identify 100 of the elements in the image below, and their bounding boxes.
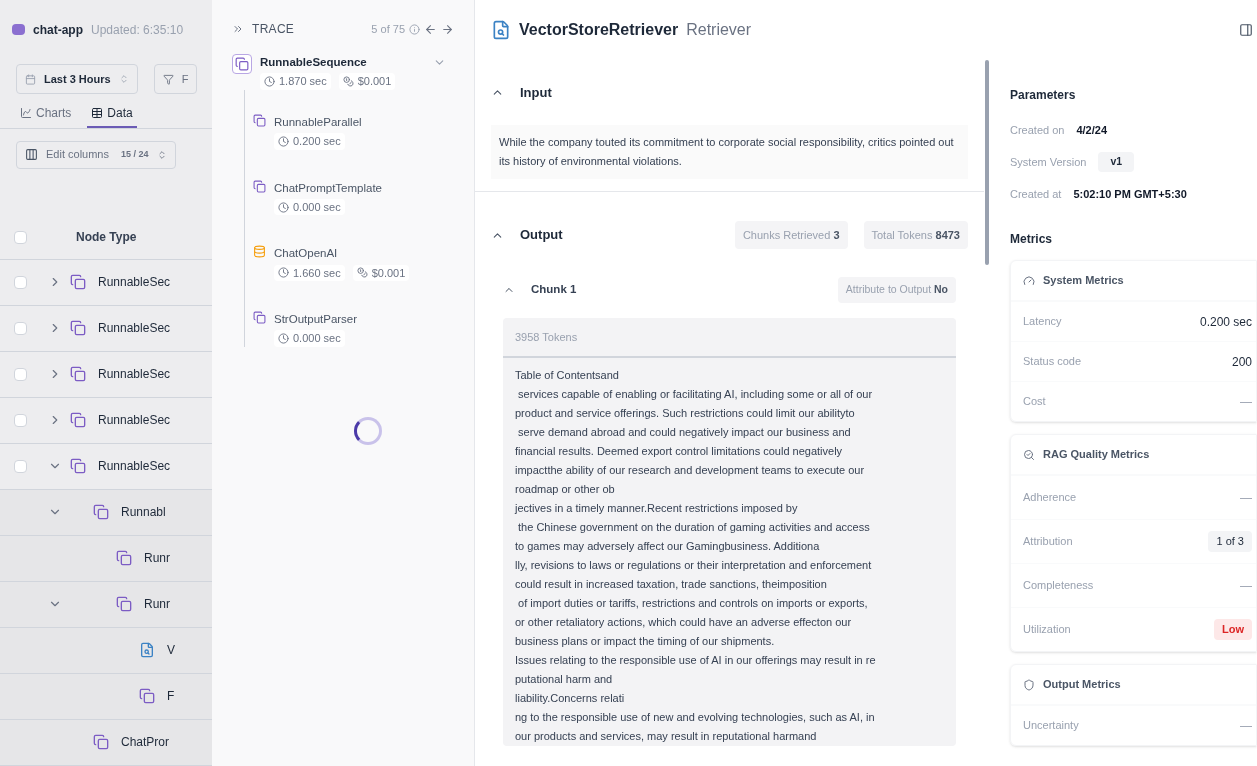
trace-position: 5 of 75 xyxy=(371,21,405,37)
duration-tag: 1.660 sec xyxy=(274,264,345,281)
clock-icon xyxy=(278,267,289,279)
node-type-text: F xyxy=(167,688,175,706)
chunk-text-line: serve demand abroad and could negatively impact our business and xyxy=(517,425,852,440)
detail-type: Retriever xyxy=(686,20,752,40)
trace-title: TRACE xyxy=(252,21,295,38)
clock-icon xyxy=(278,333,289,344)
chunk-text-line: product and service offerings. Such restrictions could limit our abilityto xyxy=(515,406,856,421)
panel-toggle-icon[interactable] xyxy=(1239,23,1253,37)
table-row[interactable]: ChatPror xyxy=(0,719,212,766)
metrics-group-title: System Metrics xyxy=(1043,273,1124,289)
collapse-icon[interactable] xyxy=(232,23,244,35)
metric-value: — xyxy=(1240,717,1252,735)
chunk-text-line: financial results. Deemed export control limitations could negatively xyxy=(515,444,844,459)
column-count: 15 / 24 xyxy=(121,147,149,161)
chain-icon xyxy=(139,688,155,705)
document-search-icon xyxy=(139,642,155,659)
trace-node[interactable]: StrOutputParser 0.000 sec xyxy=(245,311,454,347)
metric-label: Attribution xyxy=(1023,534,1073,550)
chunk-text-line: business plans or impact the timing of our shipments. xyxy=(515,634,776,649)
chain-icon xyxy=(253,113,266,127)
chain-icon xyxy=(70,366,86,383)
token-count: 3958 Tokens xyxy=(515,329,578,345)
node-type-text: ChatPror xyxy=(121,734,170,752)
table-row[interactable]: V xyxy=(0,627,212,674)
node-type-text: Runr xyxy=(144,596,170,614)
duration-tag: 0.200 sec xyxy=(274,133,345,150)
stat-badge: Chunks Retrieved 3 xyxy=(734,220,848,250)
calendar-icon xyxy=(25,73,36,85)
status-badge: Low xyxy=(1214,619,1252,640)
view-tab[interactable]: Charts xyxy=(16,103,76,128)
chain-icon xyxy=(93,734,109,751)
metrics-heading: Metrics xyxy=(1010,231,1054,248)
chain-icon xyxy=(93,504,109,521)
shield-icon xyxy=(1023,678,1035,691)
info-icon[interactable] xyxy=(409,23,420,35)
clock-icon xyxy=(278,201,289,213)
detail-title: VectorStoreRetriever xyxy=(519,20,679,40)
parameter-label: Created at xyxy=(1010,186,1062,202)
value-badge: 1 of 3 xyxy=(1208,531,1252,552)
gauge-icon xyxy=(1023,274,1035,287)
node-type-text: V xyxy=(167,642,175,660)
column-header: Node Type xyxy=(75,229,137,247)
node-name: ChatPromptTemplate xyxy=(274,180,383,196)
trace-node[interactable]: RunnableSequence 1.870 sec $0.001 xyxy=(232,54,454,90)
chain-icon xyxy=(235,57,249,71)
metric-label: Adherence xyxy=(1023,490,1077,506)
chunk-text-line: lly, revisions to laws or regulations or their interpretation and enforcement xyxy=(515,558,873,573)
duration-tag: 0.000 sec xyxy=(274,198,345,216)
search-check-icon xyxy=(1023,448,1035,461)
checkbox[interactable] xyxy=(13,367,27,381)
stat-badge: Total Tokens 8473 xyxy=(863,220,968,250)
input-text: While the company touted its commitment to corporate social responsibility, critics pointed out its history of environmental violations. xyxy=(491,125,968,179)
duration-tag: 0.000 sec xyxy=(274,330,345,347)
section-heading: Output xyxy=(520,226,564,245)
table-row[interactable]: Runr xyxy=(0,581,212,628)
chain-icon xyxy=(70,320,86,337)
attribution-badge: Attribute to Output No xyxy=(837,277,956,303)
node-name: StrOutputParser xyxy=(274,312,358,327)
chain-icon xyxy=(70,458,86,475)
node-type-text: Runr xyxy=(144,550,170,568)
parameter-label: System Version xyxy=(1010,154,1087,170)
parameter-value: 5:02:10 PM GMT+5:30 xyxy=(1073,186,1187,202)
filter-button[interactable]: F xyxy=(153,64,198,95)
document-search-icon xyxy=(491,20,511,40)
trace-node[interactable]: RunnableParallel 0.200 sec xyxy=(245,113,454,150)
edit-columns-button[interactable]: Edit columns 15 / 24 xyxy=(16,140,176,169)
table-row[interactable]: Runr xyxy=(0,535,212,582)
view-tab[interactable]: Data xyxy=(87,103,137,128)
coins-icon xyxy=(342,76,354,87)
chunk-text-line: impactthe ability of our research and development teams to execute our xyxy=(515,463,866,478)
scrollbar-thumb[interactable] xyxy=(985,60,989,265)
select-all-checkbox[interactable] xyxy=(13,230,27,244)
trace-node[interactable]: ChatPromptTemplate 0.000 sec xyxy=(245,179,454,216)
table-row[interactable]: Runnabl xyxy=(0,489,212,536)
checkbox[interactable] xyxy=(13,321,27,335)
checkbox[interactable] xyxy=(13,275,27,289)
chunk-text-line: Table of Contentsand xyxy=(515,368,620,383)
previous-arrow-icon[interactable] xyxy=(424,22,437,36)
node-name: RunnableSequence xyxy=(260,55,367,70)
checkbox[interactable] xyxy=(13,413,27,427)
metric-value: — xyxy=(1240,393,1252,411)
table-icon xyxy=(91,106,104,119)
trace-node[interactable]: ChatOpenAI 1.660 sec $0.001 xyxy=(245,245,454,281)
chart-icon xyxy=(20,106,32,119)
columns-icon xyxy=(25,148,38,162)
time-range-select[interactable]: Last 3 Hours xyxy=(16,64,138,95)
next-arrow-icon[interactable] xyxy=(441,22,454,36)
checkbox[interactable] xyxy=(13,459,27,473)
chunk-text-line: jectives in a timely manner.Recent restrictions imposed by xyxy=(515,501,799,516)
table-row[interactable]: F xyxy=(0,673,212,720)
chunk-text-line: to games may adversely affect our Gamingbusiness. Additiona xyxy=(515,539,821,554)
metrics-group-title: Output Metrics xyxy=(1043,677,1121,693)
chain-icon xyxy=(70,274,86,290)
chunk-text-line: putational harm and xyxy=(515,672,614,687)
metric-label: Uncertainty xyxy=(1023,718,1079,734)
duration-tag: 1.870 sec xyxy=(260,73,331,90)
metric-value: — xyxy=(1240,489,1252,507)
node-type-text: RunnableSec xyxy=(98,412,171,430)
